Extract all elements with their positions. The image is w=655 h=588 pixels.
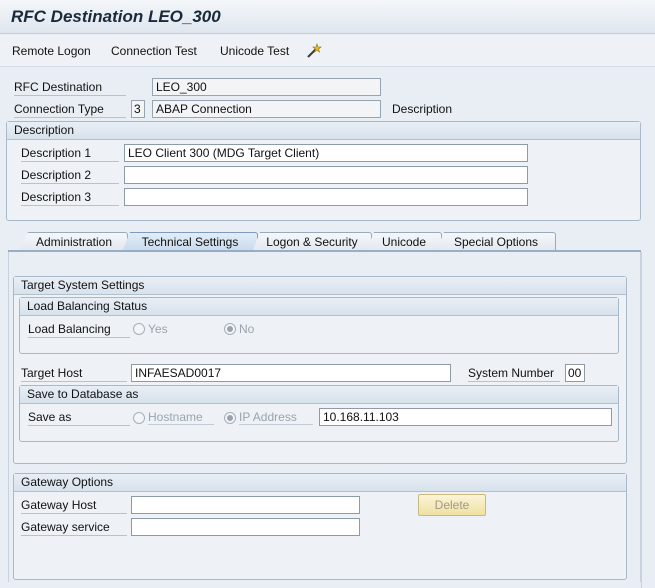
connection-type-label: Connection Type	[14, 100, 126, 118]
load-balancing-yes-radio[interactable]	[133, 323, 145, 335]
tab-logon-security[interactable]: Logon & Security	[252, 232, 372, 252]
connection-type-text-field: ABAP Connection	[152, 100, 381, 118]
tab-administration[interactable]: Administration	[20, 232, 128, 252]
system-number-label: System Number	[468, 364, 560, 382]
gateway-host-field[interactable]	[131, 496, 360, 514]
description-1-field[interactable]: LEO Client 300 (MDG Target Client)	[124, 144, 528, 162]
remote-logon-button[interactable]: Remote Logon	[12, 44, 91, 58]
scroll-edge	[641, 252, 655, 588]
save-as-ip-radio[interactable]	[224, 412, 236, 424]
description-1-label: Description 1	[21, 144, 119, 162]
save-as-hostname-radio[interactable]	[133, 412, 145, 424]
tab-unicode[interactable]: Unicode	[366, 232, 442, 252]
load-balancing-title: Load Balancing Status	[20, 298, 618, 316]
connection-test-button[interactable]: Connection Test	[111, 44, 197, 58]
description-link[interactable]: Description	[392, 100, 452, 118]
page-title: RFC Destination LEO_300	[11, 7, 221, 26]
target-system-title: Target System Settings	[14, 277, 626, 295]
target-host-field[interactable]: INFAESAD0017	[131, 364, 451, 382]
rfc-destination-field[interactable]: LEO_300	[152, 78, 381, 96]
save-as-hostname-label: Hostname	[148, 410, 214, 425]
description-2-field[interactable]	[124, 166, 528, 184]
description-3-label: Description 3	[21, 188, 119, 206]
save-to-database-title: Save to Database as	[20, 386, 618, 404]
ip-address-field[interactable]: 10.168.11.103	[319, 408, 612, 426]
save-as-ip-label: IP Address	[239, 410, 313, 425]
gateway-host-label: Gateway Host	[21, 496, 127, 514]
description-3-field[interactable]	[124, 188, 528, 206]
system-number-field[interactable]: 00	[565, 364, 585, 382]
rfc-destination-label: RFC Destination	[14, 78, 126, 96]
gateway-service-field[interactable]	[131, 518, 360, 536]
application-toolbar	[0, 35, 655, 67]
load-balancing-no-label: No	[239, 322, 255, 336]
load-balancing-label: Load Balancing	[28, 320, 130, 338]
description-group-title: Description	[7, 122, 640, 140]
description-2-label: Description 2	[21, 166, 119, 184]
gateway-service-label: Gateway service	[21, 518, 127, 536]
tab-special-options[interactable]: Special Options	[436, 232, 556, 252]
unicode-test-button[interactable]: Unicode Test	[220, 44, 289, 58]
target-host-label: Target Host	[21, 364, 127, 382]
load-balancing-yes-label: Yes	[148, 322, 168, 336]
connection-type-code-field[interactable]: 3	[131, 100, 145, 118]
tab-technical-settings[interactable]: Technical Settings	[122, 232, 258, 252]
load-balancing-no-radio[interactable]	[224, 323, 236, 335]
wand-icon[interactable]	[304, 41, 324, 61]
delete-button[interactable]: Delete	[418, 494, 486, 516]
save-as-label: Save as	[28, 408, 130, 426]
gateway-options-title: Gateway Options	[14, 474, 626, 492]
